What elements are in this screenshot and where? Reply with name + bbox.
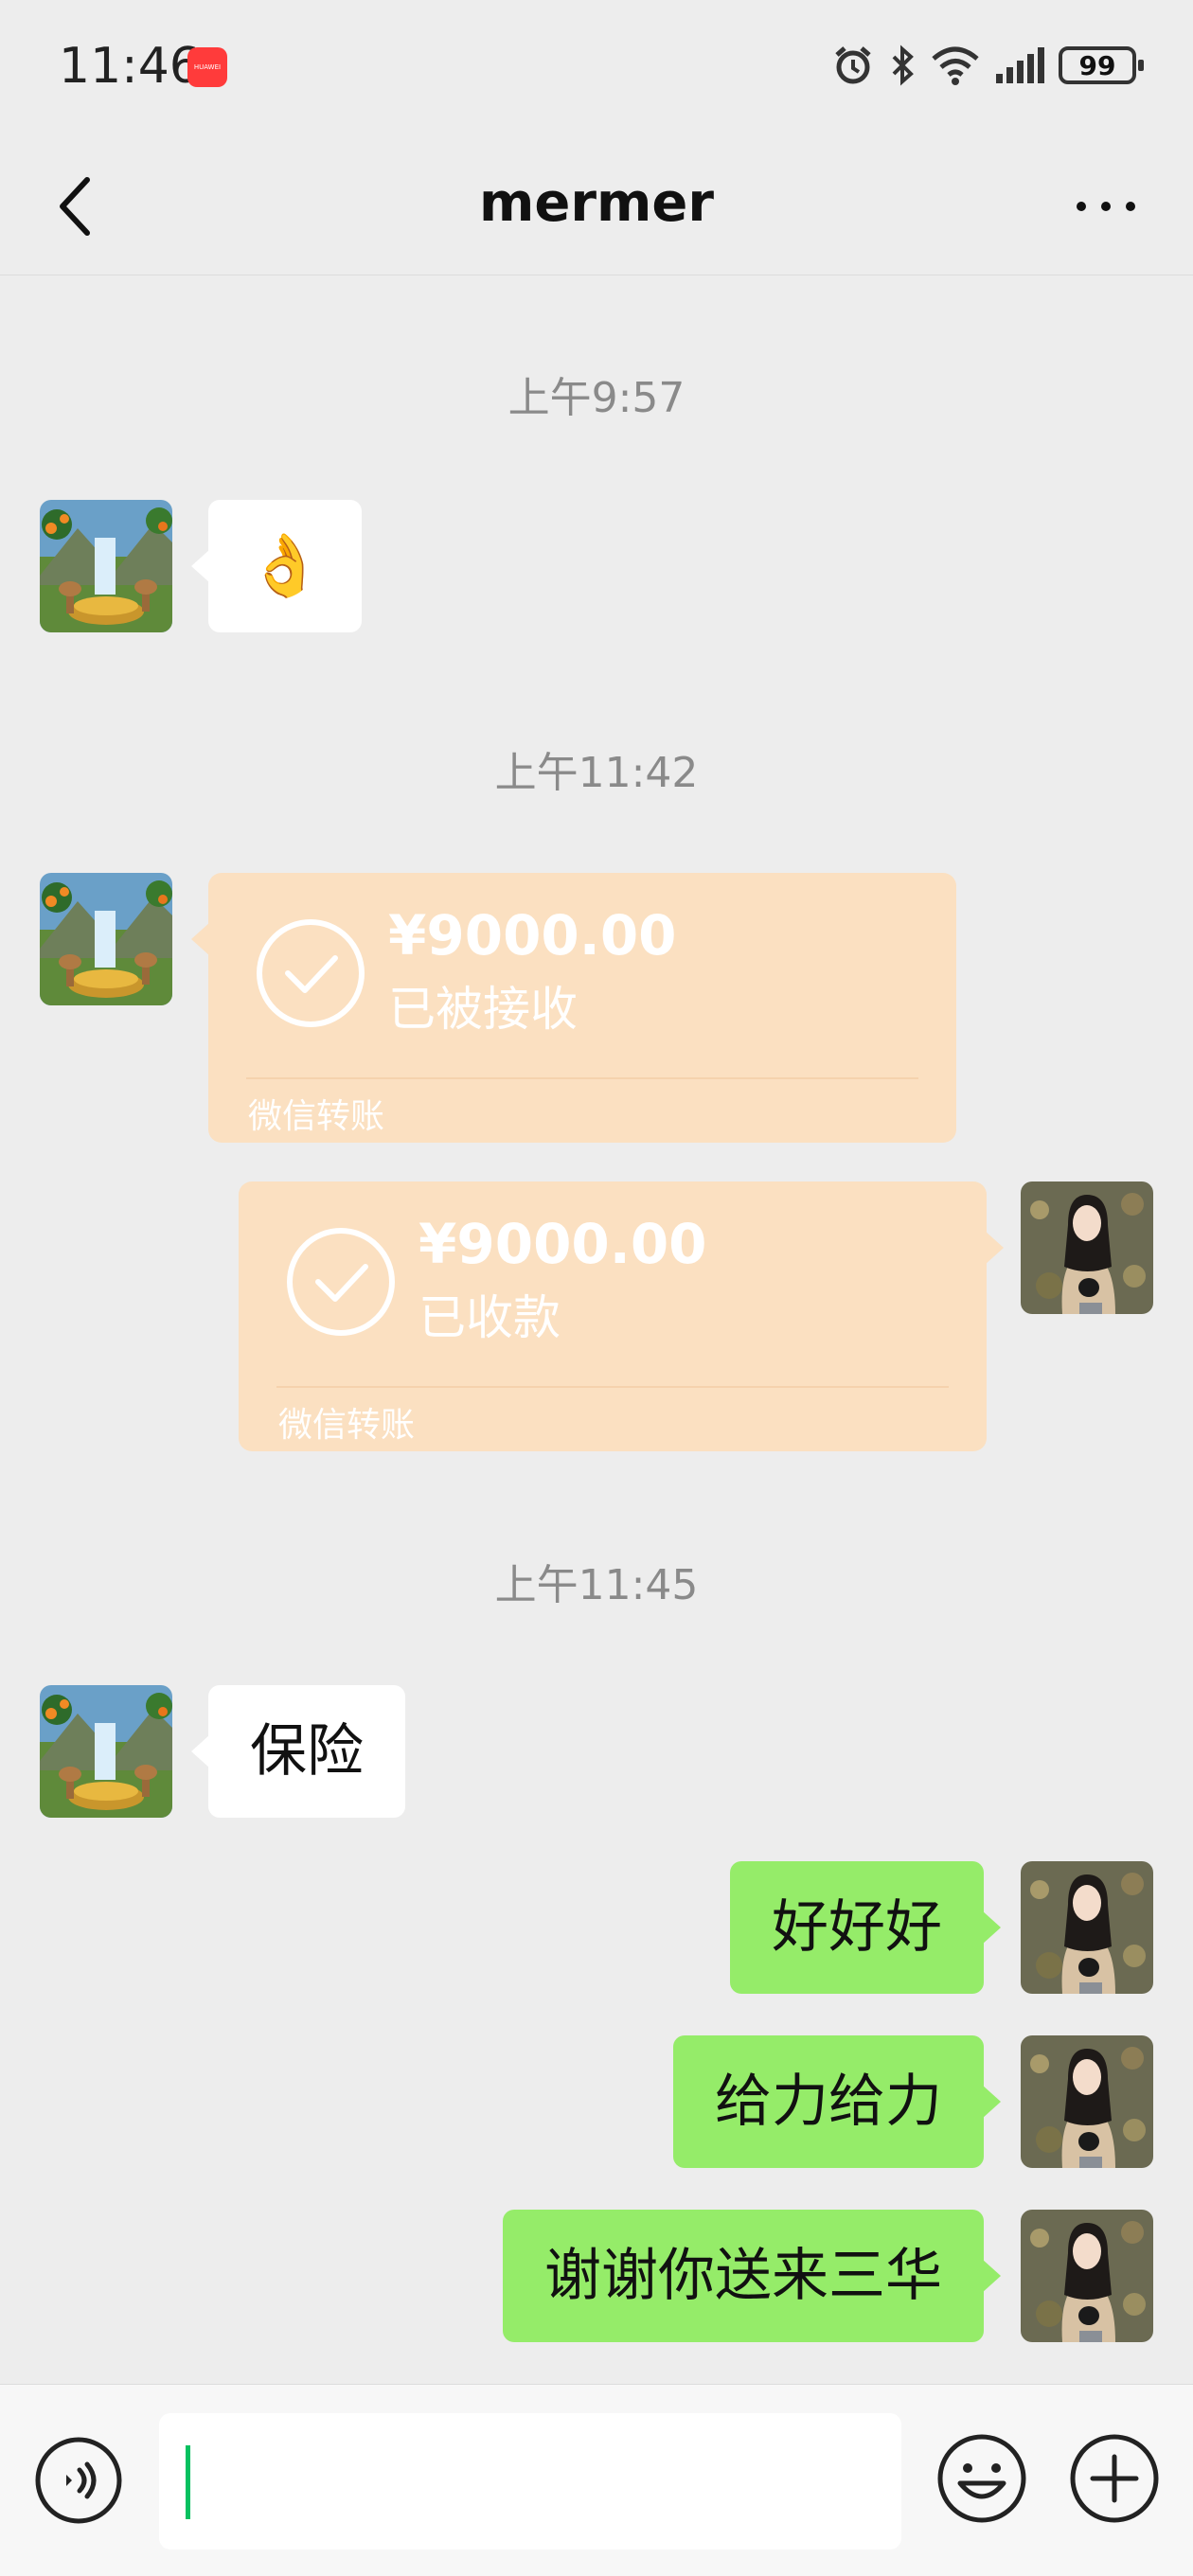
timestamp: 上午11:45	[494, 1561, 699, 1609]
battery-icon: 99	[1059, 46, 1144, 84]
status-time: 11:46	[59, 38, 201, 95]
check-circle-icon	[287, 1228, 395, 1336]
timestamp: 上午9:57	[507, 374, 686, 422]
huawei-app-icon: HUAWEI	[187, 47, 227, 87]
contact-avatar[interactable]	[40, 873, 172, 1005]
sent-message-bubble[interactable]: 谢谢你送来三华	[503, 2210, 1001, 2342]
chat-title: mermer	[479, 172, 714, 234]
transfer-status: 已被接收	[388, 982, 578, 1037]
ok-hand-emoji: 👌	[247, 531, 323, 601]
text-cursor	[186, 2445, 190, 2519]
message-input[interactable]	[159, 2413, 901, 2549]
my-avatar[interactable]	[1021, 1181, 1153, 1314]
my-avatar[interactable]	[1021, 2210, 1153, 2342]
voice-icon[interactable]	[34, 2436, 123, 2525]
status-bar: 11:46 HUAWEI 99	[0, 0, 1193, 133]
wifi-icon	[932, 46, 979, 85]
more-dots-icon[interactable]	[1072, 187, 1140, 225]
transfer-card-accepted[interactable]: ¥9000.00 已被接收 微信转账	[191, 873, 956, 1143]
chat-header: mermer	[0, 133, 1193, 275]
divider	[276, 1386, 949, 1388]
my-avatar[interactable]	[1021, 2035, 1153, 2168]
my-avatar[interactable]	[1021, 1861, 1153, 1994]
message-text: 好好好	[772, 1894, 942, 1961]
check-circle-icon	[257, 919, 365, 1027]
status-icons: 99	[831, 42, 1144, 89]
transfer-footer: 微信转账	[278, 1406, 416, 1445]
emoji-icon[interactable]	[935, 2432, 1028, 2525]
transfer-amount: ¥9000.00	[388, 903, 677, 968]
contact-avatar[interactable]	[40, 1685, 172, 1818]
transfer-footer: 微信转账	[248, 1097, 385, 1136]
input-bar	[0, 2384, 1193, 2576]
bluetooth-icon	[892, 44, 914, 86]
transfer-amount: ¥9000.00	[418, 1212, 707, 1276]
contact-avatar[interactable]	[40, 500, 172, 632]
divider	[246, 1077, 918, 1079]
sent-message-bubble[interactable]: 给力给力	[673, 2035, 1001, 2168]
emoji-message-bubble[interactable]: 👌	[191, 500, 362, 632]
transfer-status: 已收款	[418, 1290, 561, 1345]
message-text: 给力给力	[715, 2069, 942, 2135]
signal-icon	[996, 47, 1044, 83]
sent-message-bubble[interactable]: 好好好	[730, 1861, 1001, 1994]
timestamp: 上午11:42	[494, 749, 699, 797]
received-message-bubble[interactable]: 保险	[191, 1685, 405, 1818]
plus-icon[interactable]	[1068, 2432, 1161, 2525]
alarm-icon	[835, 46, 871, 84]
message-text: 谢谢你送来三华	[544, 2243, 942, 2309]
transfer-card-received[interactable]: ¥9000.00 已收款 微信转账	[239, 1181, 1004, 1451]
message-text: 保险	[250, 1718, 364, 1785]
